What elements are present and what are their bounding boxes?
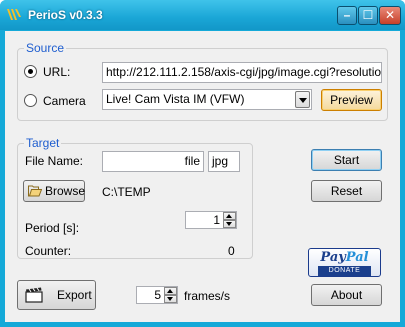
export-button[interactable]: Export (17, 280, 96, 310)
frames-stepper[interactable]: 5 (136, 286, 178, 304)
title-bar[interactable]: PerioS v0.3.3 – ☐ ✕ (0, 0, 405, 30)
paypal-logo: PayPal (320, 250, 369, 265)
client-area: Source URL: http://212.111.2.158/axis-cg… (5, 31, 400, 322)
folder-path: C:\TEMP (102, 185, 151, 199)
file-name-input[interactable]: file (102, 151, 204, 172)
browse-label: Browse (45, 184, 86, 198)
window-title: PerioS v0.3.3 (28, 8, 103, 22)
preview-button[interactable]: Preview (321, 89, 382, 111)
start-button[interactable]: Start (311, 149, 382, 171)
file-name-label: File Name: (25, 154, 84, 168)
camera-select[interactable]: Live! Cam Vista IM (VFW) (102, 89, 312, 110)
camera-label: Camera (43, 94, 86, 108)
target-legend: Target (24, 136, 62, 150)
chevron-down-icon[interactable] (295, 91, 310, 108)
about-button[interactable]: About (311, 284, 382, 306)
app-logo-icon (7, 9, 21, 20)
period-up-arrow-icon[interactable] (223, 212, 236, 220)
period-down-arrow-icon[interactable] (223, 220, 236, 228)
donate-label: DONATE (318, 266, 371, 276)
url-input[interactable]: http://212.111.2.158/axis-cgi/jpg/image.… (102, 62, 382, 83)
camera-select-value: Live! Cam Vista IM (VFW) (106, 92, 245, 106)
close-button[interactable]: ✕ (379, 6, 401, 25)
source-legend: Source (24, 41, 67, 55)
frames-unit-label: frames/s (184, 289, 231, 303)
extension-input[interactable]: jpg (208, 151, 240, 172)
paypal-donate-button[interactable]: PayPal DONATE (308, 248, 381, 277)
folder-icon (28, 185, 42, 197)
browse-button[interactable]: Browse (23, 180, 85, 202)
film-clapper-icon (25, 287, 43, 303)
minimize-button[interactable]: – (337, 6, 357, 25)
url-radio[interactable] (24, 65, 37, 78)
period-stepper[interactable]: 1 (185, 211, 237, 229)
frames-value: 5 (154, 288, 161, 302)
export-label: Export (57, 288, 92, 302)
period-label: Period [s]: (25, 221, 80, 235)
url-label: URL: (43, 65, 71, 79)
app-window: PerioS v0.3.3 – ☐ ✕ Source URL: http://2… (0, 0, 405, 327)
frames-down-arrow-icon[interactable] (164, 295, 177, 303)
counter-label: Counter: (25, 244, 72, 258)
reset-button[interactable]: Reset (311, 180, 382, 202)
camera-radio[interactable] (24, 94, 37, 107)
counter-value: 0 (228, 244, 235, 258)
maximize-button[interactable]: ☐ (358, 6, 378, 25)
period-value: 1 (213, 213, 220, 227)
frames-up-arrow-icon[interactable] (164, 287, 177, 295)
